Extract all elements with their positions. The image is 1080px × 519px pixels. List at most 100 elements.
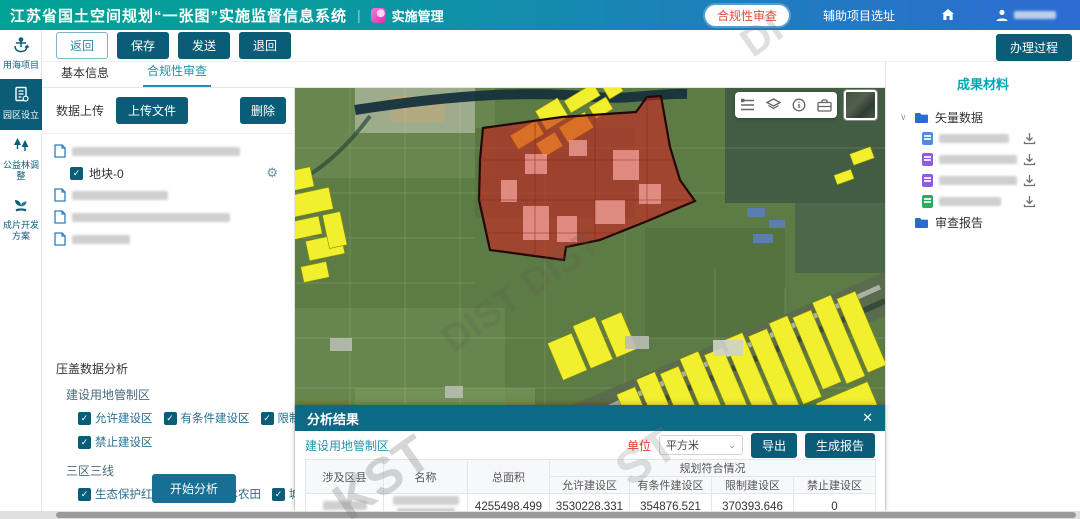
trees-icon	[12, 137, 31, 153]
checkbox-forbidden-zone[interactable]: 禁止建设区	[78, 434, 153, 450]
checkbox-icon[interactable]	[272, 488, 285, 501]
tree-file-row[interactable]	[886, 191, 1080, 212]
horizontal-scrollbar[interactable]	[0, 511, 1080, 519]
download-icon[interactable]	[1023, 174, 1036, 187]
results-title: 分析结果	[307, 409, 359, 428]
save-button[interactable]: 保存	[117, 32, 169, 59]
chevron-down-icon[interactable]: ∨	[900, 112, 908, 123]
plot-row[interactable]: 地块-0 ⚙	[54, 162, 286, 184]
status-badge[interactable]: 合规性审查	[705, 5, 789, 26]
cell-conditional: 354876.521	[630, 494, 712, 512]
app-window: 江苏省国土空间规划“一张图”实施监督信息系统 | 实施管理 合规性审查 辅助项目…	[0, 0, 1080, 519]
sidebar-item-label: 成片开发方案	[1, 220, 41, 243]
sidebar-item-sea-projects[interactable]: 用海项目	[0, 30, 42, 79]
toolbox-icon[interactable]	[817, 99, 832, 112]
file-icon	[54, 188, 66, 202]
nav-link-site-selection[interactable]: 辅助项目选址	[823, 7, 895, 24]
basemap-switcher-thumbnail[interactable]	[844, 90, 877, 120]
folder-label: 审查报告	[935, 214, 983, 231]
tree-file-row[interactable]	[886, 170, 1080, 191]
delete-button[interactable]: 删除	[240, 97, 286, 124]
cell-restricted: 370393.646	[712, 494, 794, 512]
download-icon[interactable]	[1023, 132, 1036, 145]
tree-file-row[interactable]	[886, 128, 1080, 149]
sidebar-item-forest-adjustment[interactable]: 公益林调整	[0, 130, 42, 191]
layers-icon[interactable]	[766, 98, 781, 112]
scrollbar-thumb[interactable]	[56, 512, 1076, 518]
tab-basic-info[interactable]: 基本信息	[57, 60, 113, 87]
app-title: 江苏省国土空间规划“一张图”实施监督信息系统	[10, 5, 347, 26]
col-name: 名称	[384, 460, 468, 494]
cell-total-area: 4255498.499	[468, 494, 550, 512]
checkbox-icon[interactable]	[164, 412, 177, 425]
redacted-region	[323, 501, 367, 510]
checkbox-icon[interactable]	[78, 488, 91, 501]
file-row[interactable]	[54, 184, 286, 206]
close-icon[interactable]: ✕	[862, 410, 873, 426]
file-icon-purple	[922, 174, 933, 187]
legend-list-icon[interactable]	[740, 98, 755, 112]
file-icon-purple	[922, 153, 933, 166]
send-button[interactable]: 发送	[178, 32, 230, 59]
tab-bar: 基本信息 合规性审查	[42, 62, 885, 88]
checkbox-icon[interactable]	[261, 412, 274, 425]
redacted-filename	[72, 147, 240, 156]
col-forbidden: 禁止建设区	[794, 477, 876, 494]
plot-label: 地块-0	[89, 165, 124, 182]
cell-allowed: 3530228.331	[550, 494, 630, 512]
upload-section-label: 数据上传	[56, 102, 104, 119]
redacted-filename	[939, 134, 1009, 143]
tree-folder-review-report[interactable]: 审查报告	[886, 212, 1080, 233]
generate-report-button[interactable]: 生成报告	[805, 433, 875, 458]
materials-tree: ∨ 矢量数据	[886, 107, 1080, 233]
map-toolbar	[735, 92, 837, 118]
file-row[interactable]	[54, 206, 286, 228]
analysis-section-title: 压盖数据分析	[56, 360, 284, 377]
gear-icon[interactable]: ⚙	[266, 165, 278, 181]
plot-checkbox[interactable]	[70, 167, 83, 180]
export-button[interactable]: 导出	[751, 433, 797, 458]
redacted-filename	[72, 213, 230, 222]
checkbox-allowed-zone[interactable]: 允许建设区	[78, 410, 153, 426]
title-divider: |	[357, 7, 361, 23]
col-restricted: 限制建设区	[712, 477, 794, 494]
redacted-filename	[939, 155, 1017, 164]
checkbox-icon[interactable]	[78, 412, 91, 425]
checkbox-conditional-zone[interactable]: 有条件建设区	[164, 410, 250, 426]
back-button[interactable]: 返回	[56, 32, 108, 59]
user-menu[interactable]	[995, 8, 1056, 22]
category-link[interactable]: 建设用地管制区	[305, 437, 389, 454]
materials-panel: 成果材料 ∨ 矢量数据	[885, 62, 1080, 511]
analysis-results-panel: 分析结果 ✕ 建设用地管制区 单位 平方米 ⌄ 导出 生成报告 涉及区县 名称 …	[295, 405, 885, 511]
reject-button[interactable]: 退回	[239, 32, 291, 59]
module-name: 实施管理	[392, 6, 444, 25]
sidebar-item-label: 公益林调整	[1, 160, 41, 183]
table-row[interactable]: 4255498.499 3530228.331 354876.521 37039…	[306, 494, 876, 512]
file-row[interactable]	[54, 228, 286, 250]
sidebar-item-park-establishment[interactable]: 园区设立	[0, 79, 42, 129]
left-nav-rail: 用海项目 园区设立 公益林调整 成片开发方案	[0, 30, 42, 519]
download-icon[interactable]	[1023, 195, 1036, 208]
tree-file-row[interactable]	[886, 149, 1080, 170]
file-row[interactable]	[54, 140, 286, 162]
col-conditional: 有条件建设区	[630, 477, 712, 494]
document-gear-icon	[13, 86, 30, 103]
start-analysis-button[interactable]: 开始分析	[152, 474, 236, 503]
sidebar-item-label: 用海项目	[1, 60, 41, 71]
file-icon-blue	[922, 132, 933, 145]
results-controls: 建设用地管制区 单位 平方米 ⌄ 导出 生成报告	[295, 431, 885, 457]
user-avatar-icon	[995, 8, 1009, 22]
tab-compliance-review[interactable]: 合规性审查	[143, 58, 211, 87]
unit-select[interactable]: 平方米 ⌄	[659, 435, 743, 455]
checkbox-icon[interactable]	[78, 436, 91, 449]
download-icon[interactable]	[1023, 153, 1036, 166]
info-icon[interactable]	[792, 98, 806, 112]
sidebar-item-development-plan[interactable]: 成片开发方案	[0, 190, 42, 251]
upload-file-button[interactable]: 上传文件	[116, 97, 188, 124]
tree-folder-vector-data[interactable]: ∨ 矢量数据	[886, 107, 1080, 128]
redacted-filename	[72, 191, 168, 200]
folder-icon	[914, 217, 929, 229]
file-icon-green	[922, 195, 933, 208]
process-button[interactable]: 办理过程	[996, 34, 1072, 61]
home-icon[interactable]	[941, 8, 955, 22]
